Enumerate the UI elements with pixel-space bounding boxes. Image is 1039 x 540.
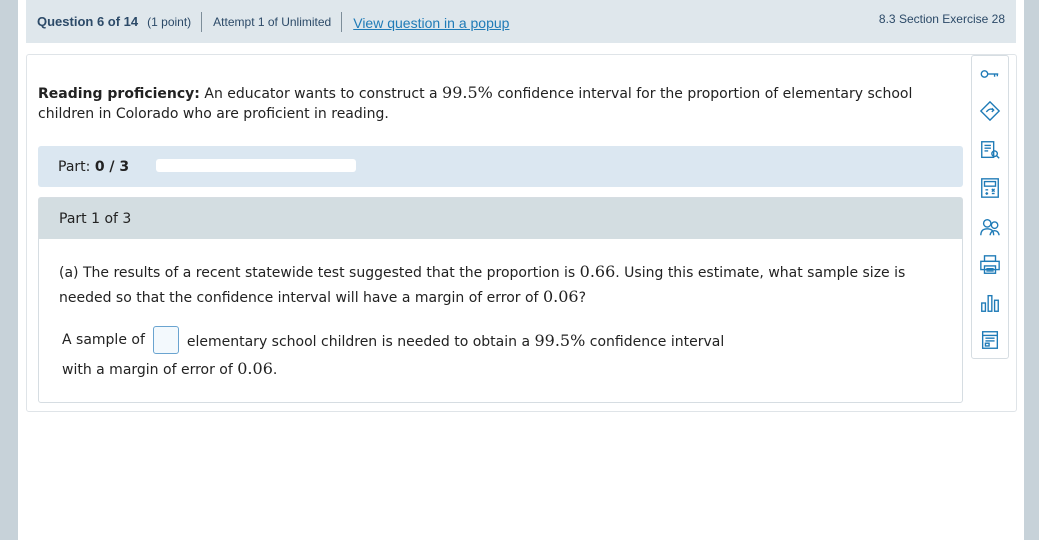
attempt-counter: Attempt 1 of Unlimited: [213, 14, 332, 29]
key-icon[interactable]: [977, 61, 1003, 87]
prompt-lead: Reading proficiency:: [38, 86, 200, 102]
answer-line-2: with a margin of error of 0.06.: [62, 359, 277, 378]
print-icon[interactable]: [977, 252, 1003, 278]
part-count: 0 / 3: [94, 159, 130, 175]
question-card: Reading proficiency: An educator wants t…: [26, 54, 1017, 412]
answer-text: .: [272, 362, 278, 378]
answer-confidence: 99.5%: [534, 330, 586, 350]
notes-icon[interactable]: [977, 137, 1003, 163]
answer-text-part: elementary school children is needed to …: [186, 333, 535, 350]
progress-track: [156, 159, 356, 172]
margin-value: 0.06: [542, 287, 579, 306]
divider: [201, 11, 203, 32]
answer-margin: 0.06: [237, 359, 273, 378]
part-progress-label: Part: 0 / 3: [58, 159, 129, 175]
question-points: (1 point): [147, 14, 192, 29]
calculator-icon[interactable]: [977, 175, 1003, 201]
section-label: 8.3 Section Exercise 28: [878, 12, 1005, 26]
tag-icon[interactable]: [977, 98, 1003, 124]
answer-text-part: confidence interval: [585, 333, 725, 350]
prompt-text: An educator wants to construct a: [199, 86, 443, 102]
tools-toolbar: [971, 55, 1009, 359]
answer-line: A sample of elementary school children i…: [62, 326, 724, 354]
part-question-text: ?: [578, 290, 586, 306]
divider: [341, 11, 343, 32]
answer-text: elementary school children is needed to …: [187, 331, 724, 350]
part-progress-bar: Part: 0 / 3: [38, 146, 963, 187]
part-label: Part:: [58, 159, 95, 175]
confidence-value: 99.5%: [442, 83, 493, 102]
question-header: Question 6 of 14 (1 point) Attempt 1 of …: [26, 0, 1016, 43]
proportion-value: 0.66: [579, 262, 616, 281]
table-icon[interactable]: [977, 327, 1003, 353]
part-question: (a) The results of a recent statewide te…: [59, 260, 929, 310]
sample-size-input[interactable]: [152, 326, 179, 354]
part-question-text: (a) The results of a recent statewide te…: [59, 265, 580, 281]
part-header: Part 1 of 3: [39, 198, 962, 239]
question-prompt: Reading proficiency: An educator wants t…: [38, 83, 943, 124]
question-number: Question 6 of 14: [37, 14, 139, 29]
page: Question 6 of 14 (1 point) Attempt 1 of …: [18, 0, 1024, 540]
answer-text: with a margin of error of: [62, 362, 238, 378]
help-icon[interactable]: [977, 214, 1003, 240]
answer-text: A sample of: [62, 332, 145, 348]
view-popup-link[interactable]: View question in a popup: [353, 15, 509, 31]
part-box: Part 1 of 3 (a) The results of a recent …: [38, 197, 963, 403]
chart-icon[interactable]: [977, 290, 1003, 316]
